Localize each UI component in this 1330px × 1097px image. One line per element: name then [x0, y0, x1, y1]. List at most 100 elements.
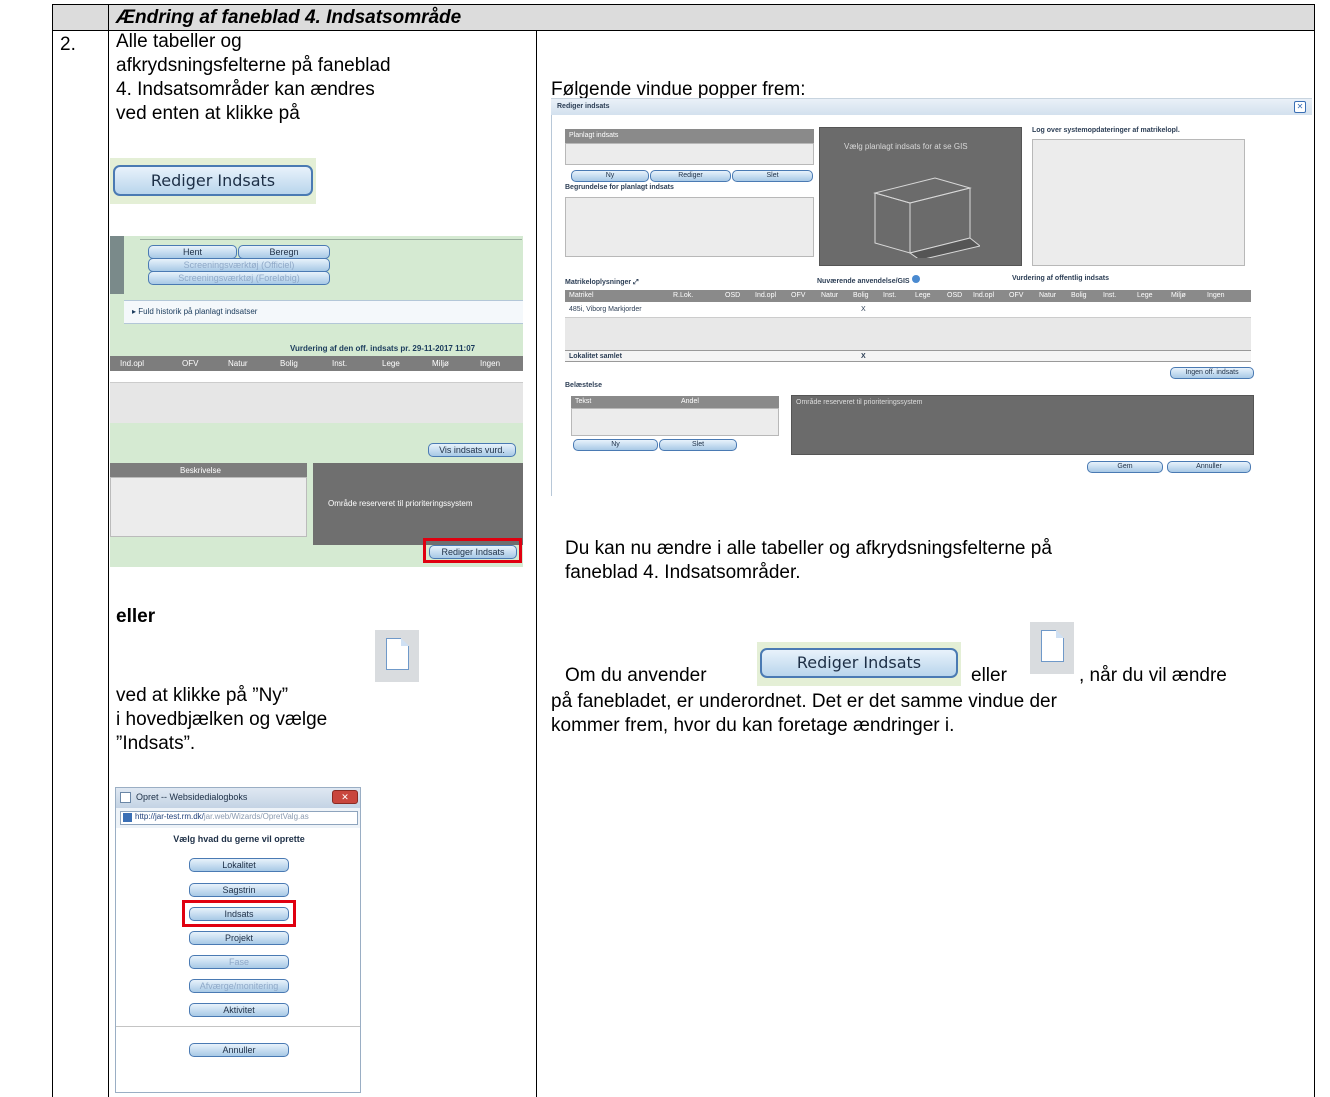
aktivitet-button[interactable]: Aktivitet	[189, 1003, 289, 1017]
screenshot-indsats-tab: Hent Beregn Screeningsværktøj (Officiel)…	[110, 236, 523, 567]
left-paragraph-2: ved at klikke på ”Ny” i hovedbjælken og …	[116, 684, 327, 756]
matrikel-title: Matrikeloplysninger ⤢	[565, 279, 639, 286]
dialog-body: Vælg hvad du gerne vil oprette Lokalitet…	[116, 828, 360, 1092]
table-border-right	[1314, 4, 1315, 1097]
grid-col: OFV	[791, 292, 806, 299]
log-label: Log over systemopdateringer af matrikelo…	[1032, 127, 1180, 134]
rediger-indsats-window-screenshot: Rediger indsats ✕ Planlagt indsats Ny Re…	[551, 98, 1312, 496]
new-document-icon[interactable]	[375, 630, 419, 682]
lokalitet-row: Lokalitet samlet X	[565, 350, 1251, 362]
beregn-button[interactable]: Beregn	[238, 245, 330, 259]
grid-col: Natur	[1039, 292, 1057, 299]
grid-row	[110, 371, 523, 383]
url-host: http://jar-test.rm.dk/	[135, 812, 204, 821]
vis-indsats-button[interactable]: Vis indsats vurd.	[428, 443, 516, 457]
grid-col: Bolig	[1071, 292, 1087, 299]
rediger-button-image: Rediger Indsats	[110, 158, 316, 204]
grid-col: OSD	[947, 292, 963, 299]
text-line: kommer frem, hvor du kan foretage ændrin…	[551, 715, 955, 736]
sagstrin-button[interactable]: Sagstrin	[189, 883, 289, 897]
text-line: 4. Indsatsområder kan ændres	[116, 79, 375, 100]
text-line: ved at klikke på ”Ny”	[116, 685, 289, 706]
annuller-button[interactable]: Annuller	[1167, 461, 1251, 473]
step-number: 2.	[60, 34, 76, 55]
info-icon[interactable]	[911, 275, 920, 283]
grid-col: Natur	[821, 292, 839, 299]
close-icon[interactable]: ✕	[1294, 101, 1306, 113]
annuller-button[interactable]: Annuller	[189, 1043, 289, 1057]
slet-button[interactable]: Slet	[732, 170, 813, 182]
afvaerge-button[interactable]: Afværge/monitering	[189, 979, 289, 993]
right-paragraph-1: Du kan nu ændre i alle tabeller og afkry…	[565, 537, 1052, 585]
history-link-label: Fuld historik på planlagt indsatser	[138, 307, 258, 316]
dialog-url: http://jar-test.rm.dk/jar.web/Wizards/Op…	[120, 811, 358, 825]
lokalitet-button[interactable]: Lokalitet	[189, 858, 289, 872]
text-line: afkrydsningsfelterne på faneblad	[116, 55, 391, 76]
table-border-left	[52, 4, 53, 1097]
om-du-text: Om du anvender	[565, 665, 707, 686]
matrikel-row: 485i, Viborg Markjorder X	[565, 302, 1251, 318]
grid-col: OFV	[182, 359, 199, 368]
navaerende-text: Nuværende anvendelse/GIS	[817, 278, 910, 285]
text-line: ”Indsats”.	[116, 733, 196, 754]
gem-button[interactable]: Gem	[1087, 461, 1163, 473]
ny-button[interactable]: Ny	[571, 170, 649, 182]
vurdering-label: Vurdering af den off. indsats pr. 29-11-…	[290, 344, 476, 353]
right-paragraph-2: på fanebladet, er underordnet. Det er de…	[551, 690, 1057, 738]
grid-col: Lege	[382, 359, 400, 368]
log-textarea	[1032, 139, 1245, 266]
table-divider-number	[108, 31, 109, 1097]
ingen-off-indsats-button[interactable]: Ingen off. indsats	[1170, 367, 1254, 379]
text-line: Du kan nu ændre i alle tabeller og afkry…	[565, 538, 1052, 559]
dialog-title: Opret -- Websidedialogboks	[136, 792, 248, 802]
lokalitet-mark: X	[861, 353, 866, 360]
history-link[interactable]: ▸ Fuld historik på planlagt indsatser	[132, 307, 257, 316]
grid-col: Ind.opl	[973, 292, 995, 299]
rediger-indsats-button-inline[interactable]: Rediger Indsats	[760, 648, 958, 678]
slet-belastelse-button[interactable]: Slet	[659, 439, 737, 451]
grid-col: Matrikel	[569, 292, 594, 299]
ie-icon	[120, 792, 131, 803]
navaerende-label: Nuværende anvendelse/GIS	[817, 275, 920, 285]
grid-col: Inst.	[332, 359, 348, 368]
belastelse-label: Belæstelse	[565, 382, 602, 389]
screening-prelim-button[interactable]: Screeningsværktøj (Foreløbig)	[148, 271, 330, 285]
text-line: ved enten at klikke på	[116, 103, 300, 124]
window-title: Rediger indsats	[557, 103, 610, 110]
opret-dialog-screenshot: Opret -- Websidedialogboks ✕ http://jar-…	[115, 787, 361, 1093]
grid-col: Bolig	[853, 292, 869, 299]
grid-col: Lege	[915, 292, 931, 299]
rediger-button-image-inline: Rediger Indsats	[757, 642, 961, 686]
grid-col: OFV	[1009, 292, 1024, 299]
projekt-button[interactable]: Projekt	[189, 931, 289, 945]
grid-body	[110, 383, 523, 423]
page-title: Ændring af faneblad 4. Indsatsområde	[116, 7, 462, 28]
rediger-button[interactable]: Rediger	[650, 170, 731, 182]
lokalitet-label: Lokalitet samlet	[569, 353, 622, 360]
begrundelse-textarea[interactable]	[565, 197, 814, 257]
table-divider-center	[536, 31, 537, 1097]
grid-col: Miljø	[1171, 292, 1186, 299]
matrikel-grid-header: Matrikel R.Lok. OSD Ind.opl OFV Natur Bo…	[565, 290, 1251, 302]
ny-belastelse-button[interactable]: Ny	[573, 439, 658, 451]
box-placeholder-icon	[873, 177, 980, 258]
header-number-cell	[53, 5, 109, 30]
matrikel-title-text: Matrikeloplysninger	[565, 279, 632, 286]
rediger-indsats-button[interactable]: Rediger Indsats	[113, 165, 313, 196]
text-line: faneblad 4. Indsatsområder.	[565, 562, 801, 583]
highlight-box	[423, 538, 522, 563]
panel-edge	[140, 236, 522, 240]
text-line: i hovedbjælken og vælge	[116, 709, 328, 730]
planlagt-list	[565, 143, 814, 165]
hent-button[interactable]: Hent	[148, 245, 237, 259]
begrundelse-label: Begrundelse for planlagt indsats	[565, 184, 674, 191]
reserved-text: Område reserveret til prioriteringssyste…	[796, 399, 923, 406]
eller-label: eller	[116, 606, 156, 627]
fase-button[interactable]: Fase	[189, 955, 289, 969]
new-document-icon-inline[interactable]	[1030, 622, 1074, 674]
gis-area: Vælg planlagt indsats for at se GIS	[819, 127, 1022, 266]
screening-official-button[interactable]: Screeningsværktøj (Officiel)	[148, 258, 330, 272]
close-icon[interactable]: ✕	[332, 790, 358, 804]
beskrivelse-body	[110, 477, 307, 537]
grid-col: Natur	[228, 359, 248, 368]
